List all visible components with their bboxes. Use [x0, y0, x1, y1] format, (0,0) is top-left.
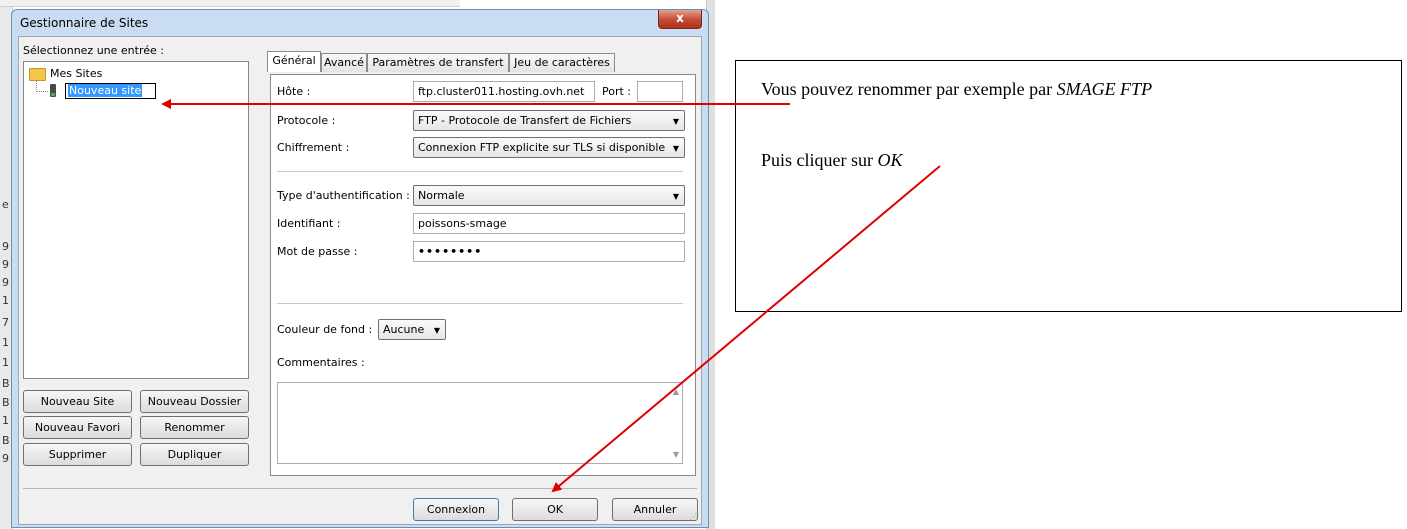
annotation-box: Vous pouvez renommer par exemple par SMA…	[735, 60, 1402, 312]
close-icon: x	[676, 11, 684, 25]
edge-char: B	[2, 377, 10, 390]
title-bar[interactable]: Gestionnaire de Sites x	[12, 10, 708, 36]
chevron-down-icon: ▼	[672, 117, 679, 126]
edge-char: B	[2, 396, 10, 409]
chevron-down-icon: ▼	[433, 326, 440, 335]
site-name-edit-input[interactable]: Nouveau site	[65, 83, 156, 99]
protocol-select-value: FTP - Protocole de Transfert de Fichiers	[418, 114, 632, 127]
edge-char: B	[2, 434, 10, 447]
edge-char: 1	[2, 414, 9, 427]
auth-type-select[interactable]: Normale ▼	[413, 185, 685, 206]
server-icon	[50, 84, 56, 97]
resize-grip-icon[interactable]: ⋰	[689, 512, 699, 522]
edge-char: 9	[2, 258, 9, 271]
divider	[277, 171, 683, 172]
password-input[interactable]: ••••••••	[413, 241, 685, 262]
host-label: Hôte :	[277, 85, 311, 98]
tab-general[interactable]: Général	[267, 51, 321, 72]
annotation-emphasis: OK	[877, 150, 903, 170]
encryption-select[interactable]: Connexion FTP explicite sur TLS si dispo…	[413, 137, 685, 158]
window-title: Gestionnaire de Sites	[20, 16, 149, 30]
port-input[interactable]	[637, 81, 683, 102]
password-label: Mot de passe :	[277, 245, 358, 258]
delete-button[interactable]: Supprimer	[23, 443, 132, 466]
annotation-emphasis: SMAGE FTP	[1056, 79, 1153, 99]
rename-button[interactable]: Renommer	[140, 416, 249, 439]
connect-button[interactable]: Connexion	[413, 498, 499, 521]
comments-textarea[interactable]: ▲ ▼	[277, 382, 683, 464]
protocol-select[interactable]: FTP - Protocole de Transfert de Fichiers…	[413, 110, 685, 131]
chevron-down-icon: ▼	[672, 192, 679, 201]
edge-char: 9	[2, 276, 9, 289]
annotation-text: Vous pouvez renommer par exemple par	[761, 79, 1057, 99]
encryption-label: Chiffrement :	[277, 141, 350, 154]
edge-char: 1	[2, 356, 9, 369]
new-site-button[interactable]: Nouveau Site	[23, 390, 132, 413]
annotation-line-rename: Vous pouvez renommer par exemple par SMA…	[761, 79, 1152, 100]
divider	[277, 303, 683, 304]
background-color-select[interactable]: Aucune ▼	[378, 319, 446, 340]
edge-char: 9	[2, 452, 9, 465]
background-color-label: Couleur de fond :	[277, 323, 373, 336]
site-tree[interactable]: Mes Sites Nouveau site	[23, 61, 249, 379]
footer-divider	[23, 488, 697, 489]
host-input[interactable]: ftp.cluster011.hosting.ovh.net	[413, 81, 595, 102]
encryption-select-value: Connexion FTP explicite sur TLS si dispo…	[418, 141, 666, 154]
tab-charset[interactable]: Jeu de caractères	[509, 53, 615, 72]
edge-char: e	[2, 198, 9, 211]
tab-advanced[interactable]: Avancé	[321, 53, 367, 72]
duplicate-button[interactable]: Dupliquer	[140, 443, 249, 466]
site-manager-window: Gestionnaire de Sites x Sélectionnez une…	[11, 9, 709, 528]
annotation-line-ok: Puis cliquer sur OK	[761, 150, 903, 171]
edge-char: 9	[2, 240, 9, 253]
cancel-button[interactable]: Annuler	[612, 498, 698, 521]
edge-char: 1	[2, 294, 9, 307]
user-input[interactable]: poissons-smage	[413, 213, 685, 234]
port-label: Port :	[602, 85, 632, 98]
ok-button[interactable]: OK	[512, 498, 598, 521]
select-entry-label: Sélectionnez une entrée :	[23, 44, 164, 57]
comments-label: Commentaires :	[277, 356, 365, 369]
chevron-down-icon: ▼	[672, 144, 679, 153]
background-window-top	[0, 0, 460, 7]
background-color-select-value: Aucune	[383, 323, 425, 336]
general-panel: Hôte : ftp.cluster011.hosting.ovh.net Po…	[270, 74, 696, 476]
edge-char: 1	[2, 336, 9, 349]
tab-transfer-settings[interactable]: Paramètres de transfert	[367, 53, 509, 72]
user-label: Identifiant :	[277, 217, 341, 230]
auth-type-select-value: Normale	[418, 189, 465, 202]
protocol-label: Protocole :	[277, 114, 336, 127]
scroll-up-icon[interactable]: ▲	[673, 387, 679, 396]
scroll-down-icon[interactable]: ▼	[673, 450, 679, 459]
tree-root-label[interactable]: Mes Sites	[50, 67, 102, 80]
auth-type-label: Type d'authentification :	[277, 189, 410, 202]
new-bookmark-button[interactable]: Nouveau Favori	[23, 416, 132, 439]
edge-char: 7	[2, 316, 9, 329]
tree-connector	[36, 91, 48, 93]
dialog-client: Sélectionnez une entrée : Mes Sites Nouv…	[18, 36, 702, 525]
site-name-selected-text: Nouveau site	[68, 84, 143, 97]
close-button[interactable]: x	[658, 10, 702, 29]
new-folder-button[interactable]: Nouveau Dossier	[140, 390, 249, 413]
annotation-text: Puis cliquer sur	[761, 150, 878, 170]
